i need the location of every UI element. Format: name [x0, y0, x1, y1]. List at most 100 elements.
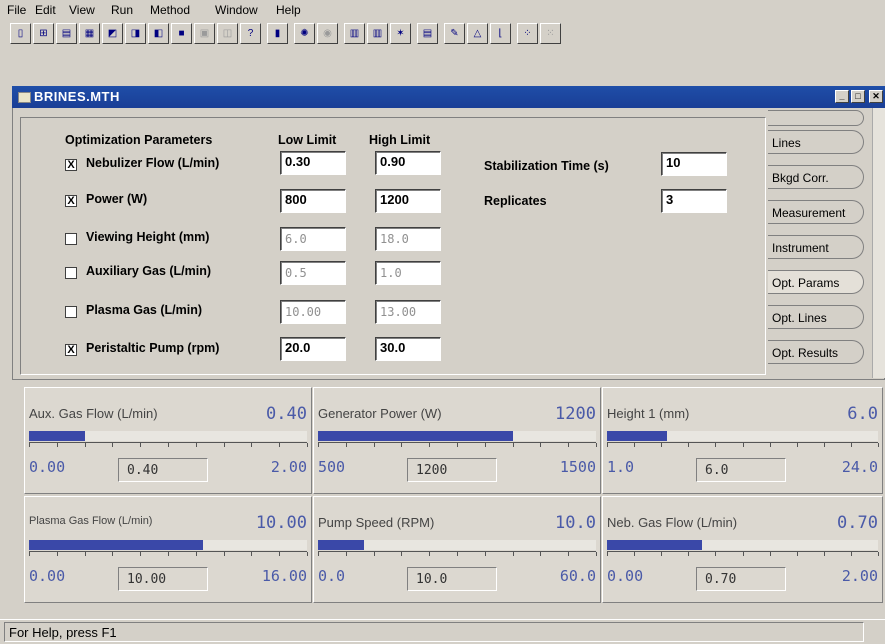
new-file-icon[interactable]: ▯ — [10, 23, 31, 44]
gauge-tick — [56, 443, 58, 447]
menu-help[interactable]: Help — [276, 3, 301, 17]
menu-method[interactable]: Method — [150, 3, 190, 17]
gauge-track[interactable] — [318, 431, 596, 441]
tab-scrollbar[interactable] — [872, 108, 885, 378]
gauge-value: 0.70 — [837, 513, 878, 533]
menu-run[interactable]: Run — [111, 3, 133, 17]
header-high-limit: High Limit — [369, 133, 431, 147]
pump-low-input[interactable]: 20.0 — [280, 337, 346, 361]
gauge-tick — [112, 443, 114, 447]
maximize-button[interactable]: □ — [851, 90, 865, 103]
print-preview-icon[interactable]: ◫ — [217, 23, 238, 44]
tab-opt-lines[interactable]: Opt. Lines — [768, 305, 864, 329]
gauge-fill — [607, 540, 702, 550]
tab-lines[interactable]: Lines — [768, 130, 864, 154]
plasma-icon[interactable]: ✺ — [294, 23, 315, 44]
spectrum-icon[interactable]: △ — [467, 23, 488, 44]
gauge-value: 10.0 — [555, 513, 596, 533]
status-text: For Help, press F1 — [4, 622, 864, 642]
gauge-max: 2.00 — [841, 567, 878, 585]
plasma-gas-high-input[interactable]: 13.00 — [375, 300, 441, 324]
stop-icon[interactable]: ◉ — [317, 23, 338, 44]
open-folder-icon[interactable]: ◨ — [125, 23, 146, 44]
gauge-track[interactable] — [29, 431, 307, 441]
label-nebulizer: Nebulizer Flow (L/min) — [86, 156, 220, 170]
analyze-icon[interactable]: ▥ — [344, 23, 365, 44]
viewing-height-low-input[interactable]: 6.0 — [280, 227, 346, 251]
menu-view[interactable]: View — [69, 3, 95, 17]
nebulizer-high-input[interactable]: 0.90 — [375, 151, 441, 175]
autosampler-icon[interactable]: ⁘ — [517, 23, 538, 44]
gauge-track[interactable] — [318, 540, 596, 550]
gauge-tick — [596, 443, 597, 447]
pump-high-input[interactable]: 30.0 — [375, 337, 441, 361]
autosampler-stop-icon[interactable]: ⁙ — [540, 23, 561, 44]
gauge-min: 500 — [318, 458, 346, 476]
help-icon[interactable]: ? — [240, 23, 261, 44]
checkbox-peristaltic-pump[interactable]: X — [65, 344, 77, 356]
gauge-tick — [742, 443, 744, 447]
save-icon[interactable]: ■ — [171, 23, 192, 44]
gauge-track[interactable] — [607, 540, 878, 550]
plasma-gas-low-input[interactable]: 10.00 — [280, 300, 346, 324]
gauge-tick — [279, 443, 281, 447]
gauge-label: Plasma Gas Flow (L/min) — [29, 515, 153, 527]
menu-edit[interactable]: Edit — [35, 3, 56, 17]
gauge-value: 0.40 — [266, 404, 307, 424]
close-button[interactable]: ✕ — [869, 90, 883, 103]
gauge-current-field: 0.70 — [696, 567, 786, 591]
tab-measurement[interactable]: Measurement — [768, 200, 864, 224]
tab-bkgd-corr[interactable]: Bkgd Corr. — [768, 165, 864, 189]
gauge-tick — [688, 443, 690, 447]
gauge-max: 1500 — [559, 458, 596, 476]
gauge-tick — [401, 443, 403, 447]
gauge-tick — [688, 552, 690, 556]
gauge-tick — [634, 443, 636, 447]
auxiliary-gas-high-input[interactable]: 1.0 — [375, 261, 441, 285]
checkbox-viewing-height[interactable] — [65, 233, 77, 245]
analyze-next-icon[interactable]: ▥ — [367, 23, 388, 44]
nebulizer-low-input[interactable]: 0.30 — [280, 151, 346, 175]
tab-instrument[interactable]: Instrument — [768, 235, 864, 259]
menu-window[interactable]: Window — [215, 3, 258, 17]
results-icon[interactable]: ▤ — [417, 23, 438, 44]
power-high-input[interactable]: 1200 — [375, 189, 441, 213]
tab-elements[interactable] — [768, 110, 864, 126]
checkbox-power[interactable]: X — [65, 195, 77, 207]
instrument-icon[interactable]: ▮ — [267, 23, 288, 44]
checkbox-auxiliary-gas[interactable] — [65, 267, 77, 279]
gauge-track[interactable] — [607, 431, 878, 441]
checkbox-plasma-gas[interactable] — [65, 306, 77, 318]
checkbox-nebulizer[interactable]: X — [65, 159, 77, 171]
gauge-label: Aux. Gas Flow (L/min) — [29, 406, 158, 421]
viewing-height-high-input[interactable]: 18.0 — [375, 227, 441, 251]
chart-icon[interactable]: ⌊ — [490, 23, 511, 44]
minimize-button[interactable]: _ — [835, 90, 849, 103]
gauge-track[interactable] — [29, 540, 307, 550]
tab-opt-results[interactable]: Opt. Results — [768, 340, 864, 364]
power-low-input[interactable]: 800 — [280, 189, 346, 213]
open-sequence-icon[interactable]: ▦ — [79, 23, 100, 44]
stabilization-time-input[interactable]: 10 — [661, 152, 727, 176]
gauge-tick — [484, 552, 486, 556]
print-icon[interactable]: ▣ — [194, 23, 215, 44]
run-icon[interactable]: ✶ — [390, 23, 411, 44]
open-worksheet-icon[interactable]: ⊞ — [33, 23, 54, 44]
gauge-tick — [251, 443, 253, 447]
open-graph-icon[interactable]: ◩ — [102, 23, 123, 44]
gauge-tick — [223, 443, 225, 447]
replicates-input[interactable]: 3 — [661, 189, 727, 213]
gauge-label: Generator Power (W) — [318, 406, 442, 421]
calibration-icon[interactable]: ✎ — [444, 23, 465, 44]
gauge-tick — [223, 552, 225, 556]
window-titlebar[interactable]: BRINES.MTH _ □ ✕ — [12, 86, 885, 108]
auxiliary-gas-low-input[interactable]: 0.5 — [280, 261, 346, 285]
gauge-tick — [607, 552, 608, 556]
tab-opt-params[interactable]: Opt. Params — [768, 270, 864, 294]
menu-file[interactable]: File — [7, 3, 26, 17]
open-report-icon[interactable]: ◧ — [148, 23, 169, 44]
gauge-label: Neb. Gas Flow (L/min) — [607, 515, 738, 530]
open-method-icon[interactable]: ▤ — [56, 23, 77, 44]
gauge-tick — [607, 443, 608, 447]
gauge-tick — [457, 443, 458, 447]
